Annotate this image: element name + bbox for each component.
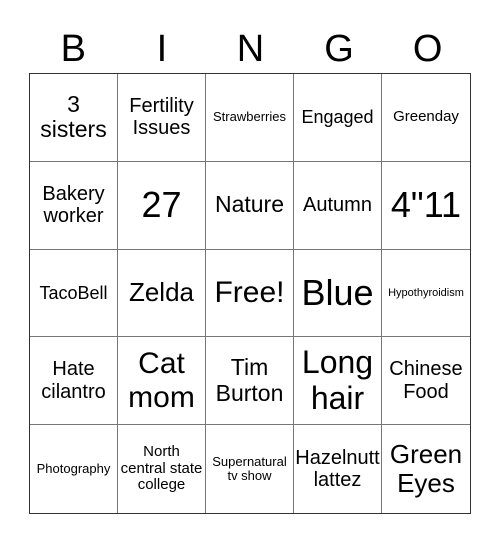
bingo-cell[interactable]: Blue xyxy=(294,249,382,338)
bingo-cell[interactable]: Hypothyroidism xyxy=(382,250,470,338)
bingo-cell[interactable]: Chinese Food xyxy=(382,337,470,426)
bingo-header: B I N G O xyxy=(29,24,472,74)
bingo-cell[interactable]: Hate cilantro xyxy=(30,337,118,426)
bingo-cell[interactable]: Supernatural tv show xyxy=(206,425,294,513)
bingo-cell[interactable]: Engaged xyxy=(294,74,382,162)
bingo-cell[interactable]: Cat mom xyxy=(118,337,206,426)
header-letter-i: I xyxy=(156,28,168,70)
free-space-cell[interactable]: Free! xyxy=(206,249,294,338)
header-letter-g: G xyxy=(324,28,354,70)
bingo-cell[interactable]: TacoBell xyxy=(30,249,118,338)
header-letter-b: B xyxy=(60,28,86,70)
bingo-cell[interactable]: North central state college xyxy=(118,425,206,513)
bingo-grid: 3 sisters Fertility Issues Strawberries … xyxy=(29,73,471,514)
header-letter-n: N xyxy=(236,28,265,70)
bingo-cell[interactable]: Long hair xyxy=(294,337,382,426)
bingo-cell[interactable]: 3 sisters xyxy=(30,74,118,162)
bingo-cell[interactable]: Green Eyes xyxy=(382,425,470,513)
bingo-cell[interactable]: Fertility Issues xyxy=(118,74,206,162)
bingo-cell[interactable]: Nature xyxy=(206,161,294,250)
bingo-cell[interactable]: 27 xyxy=(118,161,206,250)
bingo-cell[interactable]: Autumn xyxy=(294,161,382,250)
bingo-cell[interactable]: 4"11 xyxy=(382,162,470,250)
bingo-cell[interactable]: Strawberries xyxy=(206,74,294,162)
bingo-cell[interactable]: Hazelnutt lattez xyxy=(294,425,382,513)
bingo-cell[interactable]: Tim Burton xyxy=(206,337,294,426)
bingo-cell[interactable]: Photography xyxy=(30,425,118,513)
bingo-cell[interactable]: Greenday xyxy=(382,74,470,162)
bingo-cell[interactable]: Bakery worker xyxy=(30,161,118,250)
bingo-cell[interactable]: Zelda xyxy=(118,249,206,338)
header-letter-o: O xyxy=(412,28,443,70)
